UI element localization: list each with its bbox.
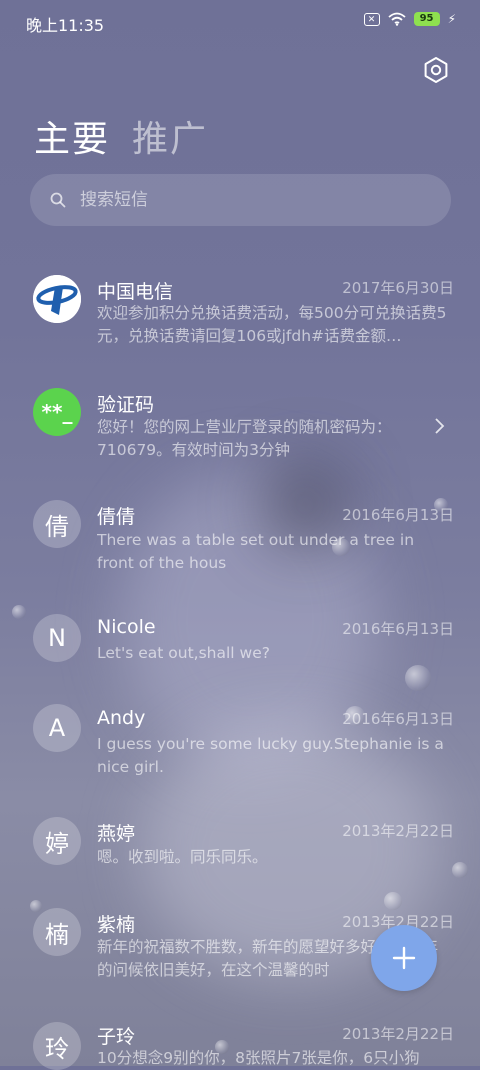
conversation-row[interactable]: 中国电信 2017年6月30日 欢迎参加积分兑换话费活动，每500分可兑换话费5…	[0, 262, 480, 362]
contact-name: Nicole	[97, 616, 156, 638]
message-date: 2016年6月13日	[342, 620, 454, 638]
avatar: 婷	[33, 817, 81, 865]
message-date: 2016年6月13日	[342, 506, 454, 524]
battery-indicator: 95	[413, 12, 440, 26]
message-preview: 欢迎参加积分兑换话费活动，每500分可兑换话费5元，兑换话费请回复106或jfd…	[97, 304, 447, 345]
new-message-button[interactable]	[371, 925, 437, 991]
avatar: 楠	[33, 908, 81, 956]
conversation-row[interactable]: 倩 倩倩 2016年6月13日 There was a table set ou…	[0, 498, 480, 598]
message-preview: I guess you're some lucky guy.Stephanie …	[97, 735, 444, 776]
avatar: 倩	[33, 500, 81, 548]
message-date: 2016年6月13日	[342, 710, 454, 728]
message-date: 2013年2月22日	[342, 822, 454, 840]
tab-main[interactable]: 主要	[34, 110, 110, 162]
chevron-right-icon	[435, 418, 445, 434]
message-date: 2013年2月22日	[342, 1025, 454, 1043]
search-bar[interactable]	[30, 174, 451, 226]
china-telecom-logo	[33, 275, 81, 323]
message-preview: Let's eat out,shall we?	[97, 644, 270, 662]
avatar: 玲	[33, 1022, 81, 1070]
message-preview: 您好！您的网上营业厅登录的随机密码为：710679。有效时间为3分钟	[97, 418, 392, 459]
search-input[interactable]	[78, 189, 412, 211]
contact-name: 验证码	[97, 394, 155, 416]
bolt-icon: ⚡	[447, 12, 456, 26]
conversation-row[interactable]: **_ 验证码 您好！您的网上营业厅登录的随机密码为：710679。有效时间为3…	[0, 380, 480, 480]
status-icons: ✕ 95 ⚡	[363, 12, 456, 26]
contact-name: 燕婷	[97, 823, 136, 845]
contact-name: Andy	[97, 707, 146, 729]
contact-name: 子玲	[97, 1026, 136, 1048]
message-preview: 10分想念9别的你，8张照片7张是你，6只小狗	[97, 1049, 420, 1067]
settings-hexagon-icon	[424, 57, 448, 83]
conversation-row[interactable]: A Andy 2016年6月13日 I guess you're some lu…	[0, 704, 480, 804]
contact-name: 中国电信	[97, 281, 174, 303]
contact-name: 紫楠	[97, 914, 136, 936]
avatar	[33, 275, 81, 323]
status-bar: 晚上11:35 ✕ 95 ⚡	[0, 0, 480, 44]
wifi-icon	[387, 12, 406, 26]
message-preview: There was a table set out under a tree i…	[97, 531, 415, 572]
search-icon	[50, 192, 66, 208]
avatar: A	[33, 704, 81, 752]
conversation-row[interactable]: N Nicole 2016年6月13日 Let's eat out,shall …	[0, 614, 480, 694]
sim-off-icon: ✕	[363, 12, 380, 26]
settings-button[interactable]	[422, 56, 450, 84]
contact-name: 倩倩	[97, 506, 136, 528]
message-date: 2017年6月30日	[342, 279, 454, 297]
message-preview: 嗯。收到啦。同乐同乐。	[97, 848, 268, 866]
category-tabs: 主要 推广	[34, 110, 208, 162]
plus-icon	[392, 946, 416, 970]
status-time: 晚上11:35	[26, 16, 105, 35]
conversation-row[interactable]: 玲 子玲 2013年2月22日 10分想念9别的你，8张照片7张是你，6只小狗	[0, 1019, 480, 1070]
tab-promotions[interactable]: 推广	[132, 110, 208, 162]
conversation-row[interactable]: 婷 燕婷 2013年2月22日 嗯。收到啦。同乐同乐。	[0, 816, 480, 896]
avatar: N	[33, 614, 81, 662]
avatar: **_	[33, 388, 81, 436]
